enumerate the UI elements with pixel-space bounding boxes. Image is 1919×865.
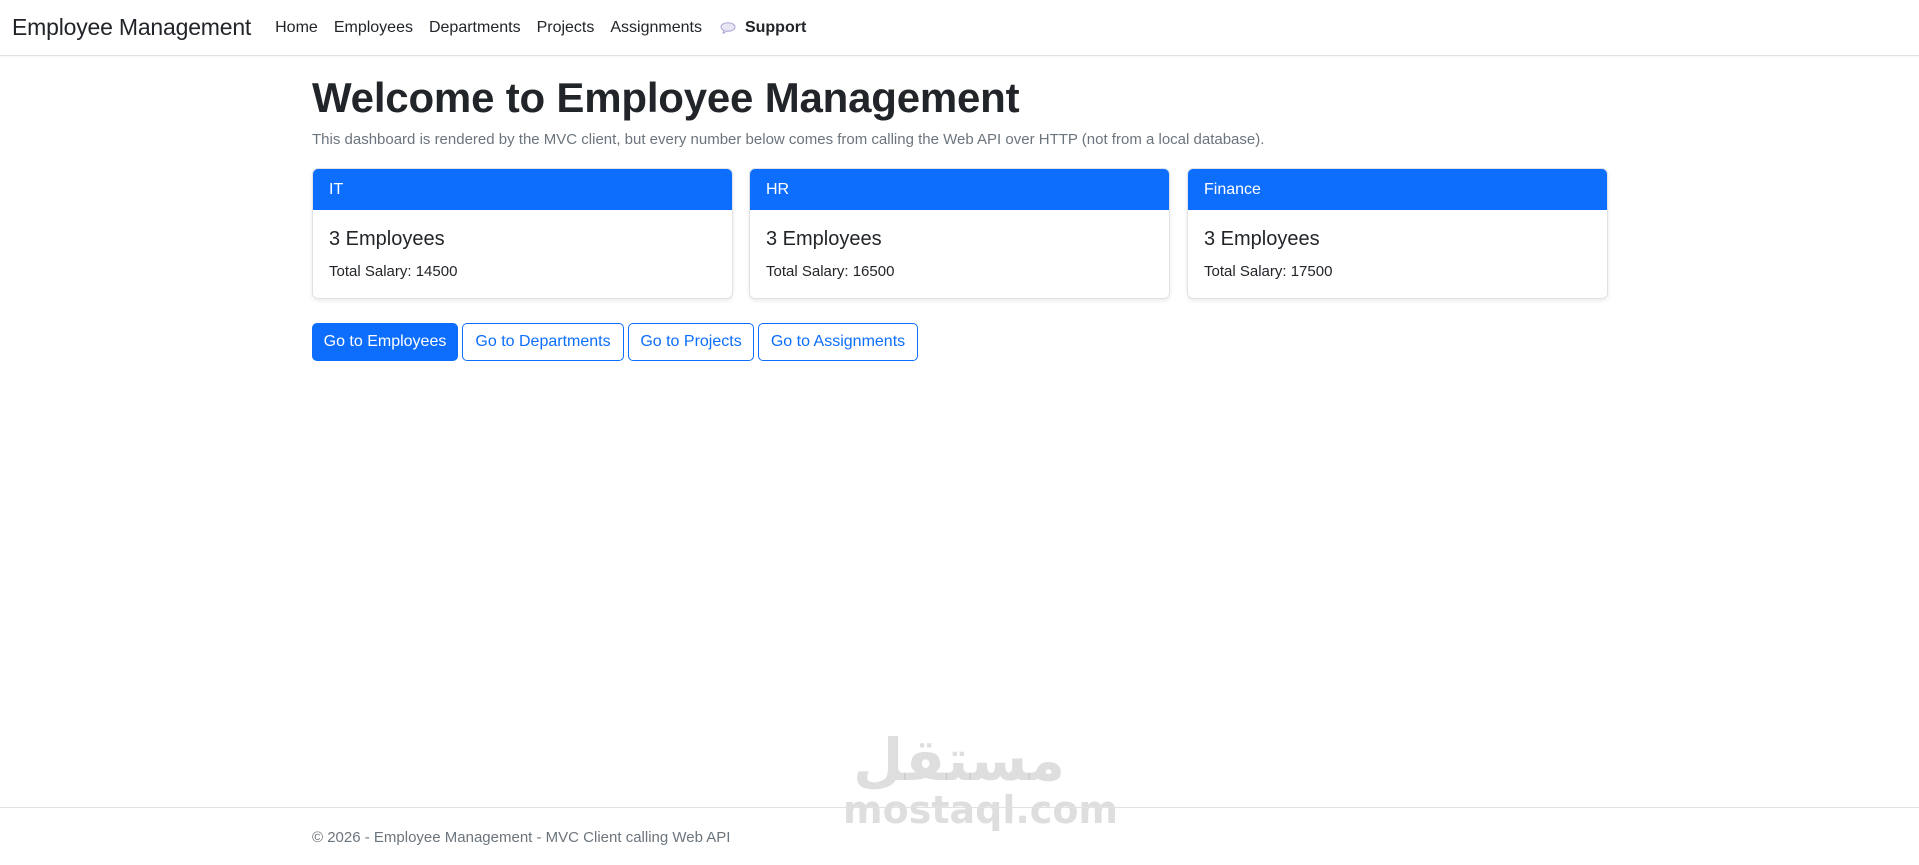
card-header: HR bbox=[750, 169, 1169, 210]
card-total-salary: Total Salary: 14500 bbox=[329, 263, 458, 280]
card-header: Finance bbox=[1188, 169, 1607, 210]
card-body: 3 Employees Total Salary: 16500 bbox=[750, 210, 1169, 280]
card-employee-count: 3 Employees bbox=[766, 228, 882, 250]
page-title: Welcome to Employee Management bbox=[312, 74, 1020, 121]
card-header: IT bbox=[313, 169, 732, 210]
footer-text: © 2026 - Employee Management - MVC Clien… bbox=[312, 829, 731, 846]
footer: © 2026 - Employee Management - MVC Clien… bbox=[0, 807, 1919, 865]
navbar-brand[interactable]: Employee Management bbox=[12, 14, 251, 41]
watermark-arabic: مستقل bbox=[852, 726, 1066, 794]
page-description: This dashboard is rendered by the MVC cl… bbox=[312, 131, 1265, 148]
card-total-salary: Total Salary: 17500 bbox=[1204, 263, 1333, 280]
card-employee-count: 3 Employees bbox=[1204, 228, 1320, 250]
card-body: 3 Employees Total Salary: 14500 bbox=[313, 210, 732, 280]
go-to-assignments-button[interactable]: Go to Assignments bbox=[758, 323, 918, 361]
nav-link-home[interactable]: Home bbox=[275, 19, 318, 37]
navbar: Employee Management Home Employees Depar… bbox=[0, 0, 1919, 56]
nav-link-projects[interactable]: Projects bbox=[537, 19, 595, 37]
card-total-salary: Total Salary: 16500 bbox=[766, 263, 895, 280]
nav-link-assignments[interactable]: Assignments bbox=[610, 19, 702, 37]
department-card-finance: Finance 3 Employees Total Salary: 17500 bbox=[1187, 168, 1608, 299]
department-card-it: IT 3 Employees Total Salary: 14500 bbox=[312, 168, 733, 299]
department-card-hr: HR 3 Employees Total Salary: 16500 bbox=[749, 168, 1170, 299]
support-label: Support bbox=[744, 18, 807, 36]
go-to-employees-button[interactable]: Go to Employees bbox=[312, 323, 458, 361]
go-to-departments-button[interactable]: Go to Departments bbox=[462, 323, 624, 361]
nav-link-support[interactable]: Support bbox=[720, 19, 806, 37]
nav-link-employees[interactable]: Employees bbox=[334, 19, 413, 37]
speech-bubble-icon bbox=[720, 21, 736, 34]
card-employee-count: 3 Employees bbox=[329, 228, 445, 250]
go-to-projects-button[interactable]: Go to Projects bbox=[628, 323, 754, 361]
card-body: 3 Employees Total Salary: 17500 bbox=[1188, 210, 1607, 280]
nav-link-departments[interactable]: Departments bbox=[429, 19, 521, 37]
